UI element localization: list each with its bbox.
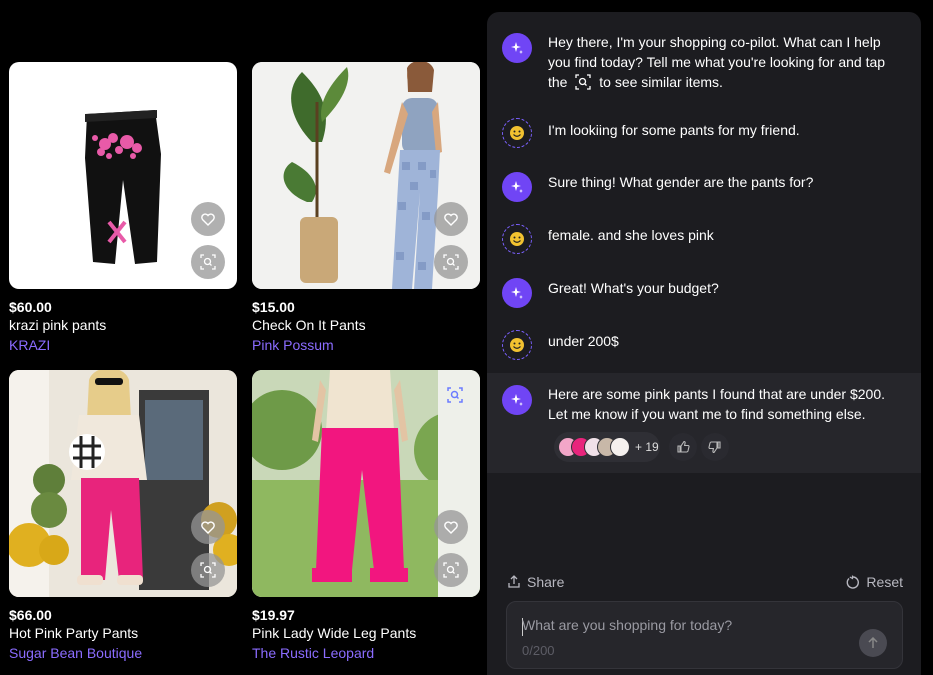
product-price: $60.00 [9,299,52,315]
product-image[interactable] [9,370,237,597]
product-card[interactable]: $60.00 krazi pink pants KRAZI [9,62,237,355]
copilot-avatar [502,33,532,63]
copilot-avatar [502,385,532,415]
chat-message-text: under 200$ [548,333,619,349]
chat-input[interactable] [522,617,822,633]
heart-icon [201,212,215,226]
visual-search-icon [574,74,592,90]
reset-label: Reset [866,574,903,590]
send-button[interactable] [859,629,887,657]
visual-search-button[interactable] [191,553,225,587]
product-brand-link[interactable]: Sugar Bean Boutique [9,643,237,663]
visual-search-icon [200,254,216,270]
visual-search-icon [443,562,459,578]
thumbs-down-button[interactable] [701,433,729,461]
chat-message-bot: Great! What's your budget? [487,276,921,310]
chat-composer: 0/200 [506,601,903,669]
product-name[interactable]: Pink Lady Wide Leg Pants [252,624,480,643]
sparkle-icon [511,394,523,406]
send-arrow-icon [868,637,878,648]
result-thumbnails-button[interactable]: + 19 [554,432,660,462]
product-price: $66.00 [9,607,52,623]
product-card[interactable]: $19.97 Pink Lady Wide Leg Pants The Rust… [252,370,480,663]
product-brand-link[interactable]: Pink Possum [252,335,480,355]
share-label: Share [527,574,565,590]
heart-icon [201,520,215,534]
user-smiley-icon [510,338,524,352]
chat-message-bot: Sure thing! What gender are the pants fo… [487,170,921,204]
product-brand-link[interactable]: KRAZI [9,335,237,355]
product-name[interactable]: Check On It Pants [252,316,480,335]
chat-message-user: female. and she loves pink [487,222,921,256]
product-brand-link[interactable]: The Rustic Leopard [252,643,480,663]
visual-search-icon [443,254,459,270]
favorite-button[interactable] [434,510,468,544]
visual-search-icon [200,562,216,578]
chat-message-text: Great! What's your budget? [548,280,719,296]
product-name[interactable]: krazi pink pants [9,316,237,335]
shopping-copilot-chat: Hey there, I'm your shopping co-pilot. W… [487,12,921,675]
product-price: $15.00 [252,299,295,315]
result-thumbnail [610,437,630,457]
product-image[interactable] [252,370,480,597]
visual-search-button[interactable] [191,245,225,279]
favorite-button[interactable] [434,202,468,236]
product-image[interactable] [9,62,237,289]
favorite-button[interactable] [191,202,225,236]
sparkle-icon [511,287,523,299]
visual-search-button[interactable] [434,553,468,587]
copilot-avatar [502,172,532,202]
user-smiley-icon [510,126,524,140]
thumbs-up-icon [677,440,690,453]
user-avatar [502,330,532,360]
chat-message-user: I'm lookiing for some pants for my frien… [487,116,921,150]
sparkle-icon [511,42,523,54]
thumbs-down-icon [708,441,721,454]
product-card[interactable]: $15.00 Check On It Pants Pink Possum [252,62,480,355]
product-card[interactable]: $66.00 Hot Pink Party Pants Sugar Bean B… [9,370,237,663]
reset-button[interactable]: Reset [845,574,903,590]
share-button[interactable]: Share [507,574,564,590]
thumbs-up-button[interactable] [669,433,697,461]
character-counter: 0/200 [522,643,555,658]
chat-message-text: Here are some pink pants I found that ar… [548,386,885,422]
chat-message-bot: Hey there, I'm your shopping co-pilot. W… [487,30,921,100]
chat-message-user: under 200$ [487,328,921,362]
chat-message-text: I'm lookiing for some pants for my frien… [548,122,800,138]
user-smiley-icon [510,232,524,246]
chat-message-bot-results: Here are some pink pants I found that ar… [487,373,921,473]
user-avatar [502,118,532,148]
reset-icon [847,575,860,589]
chat-message-text: female. and she loves pink [548,227,714,243]
heart-icon [444,212,458,226]
product-image[interactable] [252,62,480,289]
heart-icon [444,520,458,534]
favorite-button[interactable] [191,510,225,544]
product-name[interactable]: Hot Pink Party Pants [9,624,237,643]
chat-message-text: Hey there, I'm your shopping co-pilot. W… [548,34,886,90]
visual-search-corner-button[interactable] [442,382,468,408]
share-icon [508,575,520,588]
visual-search-button[interactable] [434,245,468,279]
chat-message-text: Sure thing! What gender are the pants fo… [548,174,814,190]
product-grid: $60.00 krazi pink pants KRAZI $15.00 Che… [0,0,487,675]
visual-search-icon [447,387,463,403]
user-avatar [502,224,532,254]
sparkle-icon [511,181,523,193]
product-price: $19.97 [252,607,295,623]
more-results-count: + 19 [635,440,659,454]
copilot-avatar [502,278,532,308]
